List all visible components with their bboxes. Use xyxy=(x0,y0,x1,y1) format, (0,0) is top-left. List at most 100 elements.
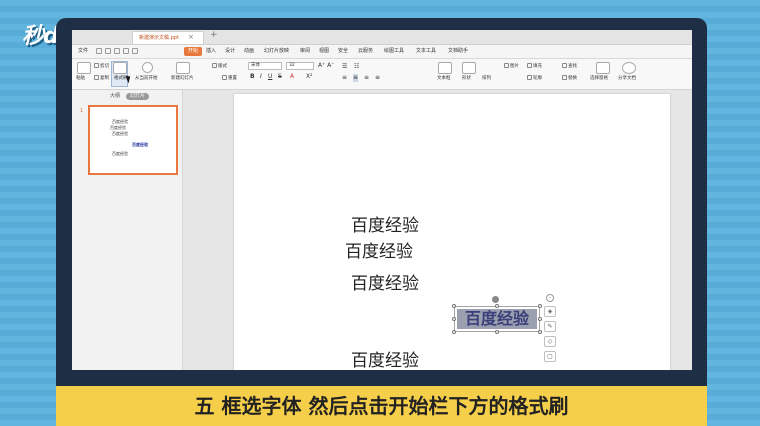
arrange-button[interactable]: 排列 xyxy=(482,76,491,82)
new-slide-icon[interactable] xyxy=(176,62,190,74)
italic-icon[interactable]: I xyxy=(260,73,262,81)
collapse-icon[interactable]: - xyxy=(546,294,554,302)
cut-button[interactable]: 剪切 xyxy=(94,63,109,70)
replace-button[interactable]: 替换 xyxy=(562,75,577,82)
menu-review[interactable]: 审阅 xyxy=(300,47,310,56)
menu-drawing-tools[interactable]: 绘图工具 xyxy=(384,47,404,56)
tab-slides[interactable]: 幻灯片 xyxy=(126,93,150,100)
wps-window: 新建演示文稿.ppt × + 文件 开始 插入 设计 动画 幻灯片放映 审阅 视… xyxy=(72,30,692,370)
layers-icon[interactable]: ◈ xyxy=(544,306,556,317)
selected-textbox[interactable]: 百度经验 xyxy=(454,306,540,332)
bullet-list-icon[interactable]: ☰ xyxy=(342,63,347,71)
menu-cloud[interactable]: 云服务 xyxy=(358,47,373,56)
share-icon[interactable] xyxy=(622,62,636,74)
frame-icon[interactable]: ▢ xyxy=(544,351,556,362)
underline-icon[interactable]: U xyxy=(268,73,272,81)
resize-handle[interactable] xyxy=(495,304,499,308)
bold-icon[interactable]: B xyxy=(250,73,255,81)
menu-doc-assistant[interactable]: 文档助手 xyxy=(448,47,468,56)
shape-icon[interactable] xyxy=(462,62,476,74)
menu-home[interactable]: 开始 xyxy=(184,47,203,56)
menu-design[interactable]: 设计 xyxy=(225,47,235,56)
file-menu[interactable]: 文件 xyxy=(78,47,88,56)
find-label: 查找 xyxy=(568,64,577,69)
fill-button[interactable]: 填充 xyxy=(527,63,542,70)
slide-text-line[interactable]: 百度经验 xyxy=(351,273,419,295)
slide-text-line[interactable]: 百度经验 xyxy=(351,350,419,370)
resize-handle[interactable] xyxy=(538,304,542,308)
resize-handle[interactable] xyxy=(495,330,499,334)
ribbon-toolbar: 粘贴 剪切 复制 格式刷 从当前开始 新建幻灯片 版式 重置 宋体 32 A⁺ … xyxy=(72,59,692,90)
align-right-icon[interactable]: ≡ xyxy=(364,74,369,82)
tab-outline[interactable]: 大纲 xyxy=(106,93,124,100)
play-icon[interactable] xyxy=(142,62,153,73)
font-size-select[interactable]: 32 xyxy=(286,62,314,70)
print-icon[interactable] xyxy=(105,48,111,54)
thumb-text: 百度经验 xyxy=(112,119,128,124)
resize-handle[interactable] xyxy=(452,330,456,334)
new-tab-button[interactable]: + xyxy=(210,30,218,40)
slide-thumbnail[interactable]: 百度经验 百度经验 百度经验 百度经验 百度经验 xyxy=(88,105,178,175)
slide[interactable]: 百度经验 百度经验 百度经验 百度经验 百度经验 - ◈ ✎ ◇ ▢ xyxy=(234,94,670,370)
font-name-select[interactable]: 宋体 xyxy=(248,62,282,70)
numbered-list-icon[interactable]: ☷ xyxy=(354,63,359,71)
shape-button[interactable]: 形状 xyxy=(462,76,471,82)
align-center-icon[interactable]: ≡ xyxy=(353,74,359,82)
tab-close-icon[interactable]: × xyxy=(188,32,194,42)
superscript-icon[interactable]: X² xyxy=(306,73,313,81)
play-from-current-button[interactable]: 从当前开始 xyxy=(135,76,158,82)
save-icon[interactable] xyxy=(96,48,102,54)
format-painter-icon[interactable] xyxy=(113,62,127,74)
customize-icon[interactable] xyxy=(132,48,138,54)
font-color-icon[interactable]: A xyxy=(290,73,294,81)
paste-button[interactable]: 粘贴 xyxy=(76,76,85,82)
strikethrough-icon[interactable]: S xyxy=(278,73,282,81)
textbox-icon[interactable] xyxy=(438,62,452,74)
menu-slideshow[interactable]: 幻灯片放映 xyxy=(264,47,289,56)
outline-icon xyxy=(527,75,532,80)
layout-label: 版式 xyxy=(218,64,227,69)
rotate-handle[interactable] xyxy=(492,296,499,303)
reset-label: 重置 xyxy=(228,76,237,81)
menu-bar: 文件 开始 插入 设计 动画 幻灯片放映 审阅 视图 安全 云服务 绘图工具 文… xyxy=(72,45,692,59)
menu-view[interactable]: 视图 xyxy=(319,47,329,56)
resize-handle[interactable] xyxy=(452,317,456,321)
thumb-text: 百度经验 xyxy=(110,125,126,130)
slide-text-line[interactable]: 百度经验 xyxy=(351,215,419,237)
menu-text-tools[interactable]: 文本工具 xyxy=(416,47,436,56)
thumb-text-selected: 百度经验 xyxy=(132,142,148,147)
thumb-text: 百度经验 xyxy=(112,131,128,136)
find-button[interactable]: 查找 xyxy=(562,63,577,70)
copy-icon xyxy=(94,75,99,80)
justify-icon[interactable]: ≡ xyxy=(375,74,380,82)
fill-bucket-icon[interactable]: ◇ xyxy=(544,336,556,347)
share-button[interactable]: 分享文档 xyxy=(618,76,636,82)
resize-handle[interactable] xyxy=(538,330,542,334)
pencil-icon[interactable]: ✎ xyxy=(544,321,556,332)
outline-button[interactable]: 轮廓 xyxy=(527,75,542,82)
textbox-button[interactable]: 文本框 xyxy=(437,76,451,82)
undo-icon[interactable] xyxy=(114,48,120,54)
layout-button[interactable]: 版式 xyxy=(212,63,227,70)
picture-button[interactable]: 图片 xyxy=(504,63,519,70)
menu-security[interactable]: 安全 xyxy=(338,47,348,56)
new-slide-button[interactable]: 新建幻灯片 xyxy=(171,76,194,82)
resize-handle[interactable] xyxy=(452,304,456,308)
reset-button[interactable]: 重置 xyxy=(222,75,237,82)
redo-icon[interactable] xyxy=(123,48,129,54)
paste-icon[interactable] xyxy=(77,62,91,74)
slide-text-line[interactable]: 百度经验 xyxy=(345,241,413,263)
selected-text[interactable]: 百度经验 xyxy=(457,309,537,329)
resize-handle[interactable] xyxy=(538,317,542,321)
select-pane-button[interactable]: 选择窗格 xyxy=(590,76,608,82)
copy-button[interactable]: 复制 xyxy=(94,75,109,82)
menu-animation[interactable]: 动画 xyxy=(244,47,254,56)
align-left-icon[interactable]: ≡ xyxy=(342,74,347,82)
picture-label: 图片 xyxy=(510,64,519,69)
title-bar: 新建演示文稿.ppt × + xyxy=(72,30,692,45)
slide-number: 1 xyxy=(80,108,84,114)
select-pane-icon[interactable] xyxy=(596,62,610,74)
font-grow-icon[interactable]: A⁺ A⁻ xyxy=(318,63,334,69)
subtitle-text: 五 框选字体 然后点击开始栏下方的格式刷 xyxy=(194,394,569,418)
menu-insert[interactable]: 插入 xyxy=(206,47,216,56)
